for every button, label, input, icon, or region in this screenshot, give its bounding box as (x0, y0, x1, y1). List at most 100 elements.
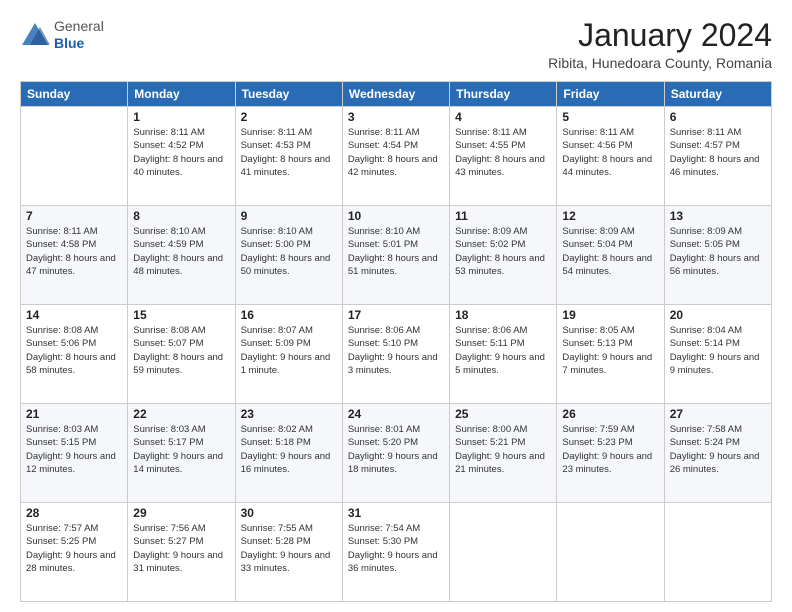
day-number: 21 (26, 407, 122, 421)
calendar-cell: 23Sunrise: 8:02 AM Sunset: 5:18 PM Dayli… (235, 404, 342, 503)
day-info: Sunrise: 8:11 AM Sunset: 4:52 PM Dayligh… (133, 126, 229, 179)
day-info: Sunrise: 8:06 AM Sunset: 5:11 PM Dayligh… (455, 324, 551, 377)
calendar-week-row: 7 Sunrise: 8:11 AM Sunset: 4:58 PM Daylig… (21, 206, 772, 305)
day-info: Sunrise: 7:58 AM Sunset: 5:24 PM Dayligh… (670, 423, 766, 476)
calendar-cell: 5 Sunrise: 8:11 AM Sunset: 4:56 PM Daylig… (557, 107, 664, 206)
calendar-cell: 11Sunrise: 8:09 AM Sunset: 5:02 PM Dayli… (450, 206, 557, 305)
day-info: Sunrise: 8:09 AM Sunset: 5:04 PM Dayligh… (562, 225, 658, 278)
day-info: Sunrise: 8:10 AM Sunset: 4:59 PM Dayligh… (133, 225, 229, 278)
day-info: Sunrise: 8:02 AM Sunset: 5:18 PM Dayligh… (241, 423, 337, 476)
day-info: Sunrise: 8:08 AM Sunset: 5:07 PM Dayligh… (133, 324, 229, 377)
weekday-header: Friday (557, 82, 664, 107)
day-number: 24 (348, 407, 444, 421)
calendar-cell: 21 Sunrise: 8:03 AM Sunset: 5:15 PM Dayli… (21, 404, 128, 503)
calendar-week-row: 14 Sunrise: 8:08 AM Sunset: 5:06 PM Dayli… (21, 305, 772, 404)
calendar-header-row: SundayMondayTuesdayWednesdayThursdayFrid… (21, 82, 772, 107)
calendar-cell: 6 Sunrise: 8:11 AM Sunset: 4:57 PM Daylig… (664, 107, 771, 206)
month-title: January 2024 (548, 18, 772, 53)
day-info: Sunrise: 8:03 AM Sunset: 5:15 PM Dayligh… (26, 423, 122, 476)
calendar-week-row: 21 Sunrise: 8:03 AM Sunset: 5:15 PM Dayli… (21, 404, 772, 503)
weekday-header: Thursday (450, 82, 557, 107)
weekday-header: Sunday (21, 82, 128, 107)
day-number: 18 (455, 308, 551, 322)
day-number: 4 (455, 110, 551, 124)
weekday-header: Wednesday (342, 82, 449, 107)
day-info: Sunrise: 8:03 AM Sunset: 5:17 PM Dayligh… (133, 423, 229, 476)
calendar-cell: 17Sunrise: 8:06 AM Sunset: 5:10 PM Dayli… (342, 305, 449, 404)
day-number: 14 (26, 308, 122, 322)
day-info: Sunrise: 8:10 AM Sunset: 5:01 PM Dayligh… (348, 225, 444, 278)
day-number: 30 (241, 506, 337, 520)
calendar-cell: 8 Sunrise: 8:10 AM Sunset: 4:59 PM Daylig… (128, 206, 235, 305)
header: General Blue January 2024 Ribita, Hunedo… (20, 18, 772, 71)
day-number: 25 (455, 407, 551, 421)
calendar-cell: 24 Sunrise: 8:01 AM Sunset: 5:20 PM Dayli… (342, 404, 449, 503)
calendar-cell: 15 Sunrise: 8:08 AM Sunset: 5:07 PM Dayli… (128, 305, 235, 404)
day-info: Sunrise: 8:00 AM Sunset: 5:21 PM Dayligh… (455, 423, 551, 476)
day-info: Sunrise: 8:11 AM Sunset: 4:53 PM Dayligh… (241, 126, 337, 179)
day-info: Sunrise: 8:09 AM Sunset: 5:02 PM Dayligh… (455, 225, 551, 278)
day-info: Sunrise: 8:09 AM Sunset: 5:05 PM Dayligh… (670, 225, 766, 278)
day-info: Sunrise: 7:54 AM Sunset: 5:30 PM Dayligh… (348, 522, 444, 575)
day-number: 1 (133, 110, 229, 124)
calendar-cell: 27 Sunrise: 7:58 AM Sunset: 5:24 PM Dayli… (664, 404, 771, 503)
day-number: 7 (26, 209, 122, 223)
logo-general: General (54, 18, 104, 35)
page: General Blue January 2024 Ribita, Hunedo… (0, 0, 792, 612)
day-info: Sunrise: 7:57 AM Sunset: 5:25 PM Dayligh… (26, 522, 122, 575)
calendar-cell: 28 Sunrise: 7:57 AM Sunset: 5:25 PM Dayli… (21, 503, 128, 602)
day-info: Sunrise: 8:01 AM Sunset: 5:20 PM Dayligh… (348, 423, 444, 476)
logo: General Blue (20, 18, 104, 52)
day-info: Sunrise: 7:55 AM Sunset: 5:28 PM Dayligh… (241, 522, 337, 575)
calendar-cell: 13 Sunrise: 8:09 AM Sunset: 5:05 PM Dayli… (664, 206, 771, 305)
weekday-header: Tuesday (235, 82, 342, 107)
day-number: 17 (348, 308, 444, 322)
title-block: January 2024 Ribita, Hunedoara County, R… (548, 18, 772, 71)
day-info: Sunrise: 7:56 AM Sunset: 5:27 PM Dayligh… (133, 522, 229, 575)
day-number: 10 (348, 209, 444, 223)
day-number: 13 (670, 209, 766, 223)
day-number: 6 (670, 110, 766, 124)
day-number: 2 (241, 110, 337, 124)
calendar-cell (450, 503, 557, 602)
day-info: Sunrise: 8:11 AM Sunset: 4:57 PM Dayligh… (670, 126, 766, 179)
day-info: Sunrise: 8:11 AM Sunset: 4:58 PM Dayligh… (26, 225, 122, 278)
calendar-cell (664, 503, 771, 602)
calendar-cell: 29 Sunrise: 7:56 AM Sunset: 5:27 PM Dayli… (128, 503, 235, 602)
calendar-cell: 31Sunrise: 7:54 AM Sunset: 5:30 PM Dayli… (342, 503, 449, 602)
day-info: Sunrise: 8:11 AM Sunset: 4:56 PM Dayligh… (562, 126, 658, 179)
day-info: Sunrise: 8:07 AM Sunset: 5:09 PM Dayligh… (241, 324, 337, 377)
calendar-cell: 4 Sunrise: 8:11 AM Sunset: 4:55 PM Daylig… (450, 107, 557, 206)
calendar-cell: 1 Sunrise: 8:11 AM Sunset: 4:52 PM Daylig… (128, 107, 235, 206)
day-number: 28 (26, 506, 122, 520)
day-info: Sunrise: 8:11 AM Sunset: 4:55 PM Dayligh… (455, 126, 551, 179)
calendar-cell: 2 Sunrise: 8:11 AM Sunset: 4:53 PM Daylig… (235, 107, 342, 206)
day-number: 27 (670, 407, 766, 421)
day-number: 20 (670, 308, 766, 322)
day-info: Sunrise: 8:08 AM Sunset: 5:06 PM Dayligh… (26, 324, 122, 377)
logo-text: General Blue (54, 18, 104, 52)
calendar-cell: 25 Sunrise: 8:00 AM Sunset: 5:21 PM Dayli… (450, 404, 557, 503)
day-info: Sunrise: 8:10 AM Sunset: 5:00 PM Dayligh… (241, 225, 337, 278)
day-number: 5 (562, 110, 658, 124)
calendar-table: SundayMondayTuesdayWednesdayThursdayFrid… (20, 81, 772, 602)
calendar-cell: 20Sunrise: 8:04 AM Sunset: 5:14 PM Dayli… (664, 305, 771, 404)
calendar-cell (557, 503, 664, 602)
weekday-header: Saturday (664, 82, 771, 107)
day-number: 16 (241, 308, 337, 322)
weekday-header: Monday (128, 82, 235, 107)
calendar-cell: 26Sunrise: 7:59 AM Sunset: 5:23 PM Dayli… (557, 404, 664, 503)
calendar-week-row: 1 Sunrise: 8:11 AM Sunset: 4:52 PM Daylig… (21, 107, 772, 206)
calendar-cell: 10 Sunrise: 8:10 AM Sunset: 5:01 PM Dayli… (342, 206, 449, 305)
day-number: 15 (133, 308, 229, 322)
logo-blue: Blue (54, 35, 104, 52)
day-number: 29 (133, 506, 229, 520)
calendar-cell: 14 Sunrise: 8:08 AM Sunset: 5:06 PM Dayli… (21, 305, 128, 404)
day-info: Sunrise: 8:11 AM Sunset: 4:54 PM Dayligh… (348, 126, 444, 179)
calendar-cell: 9Sunrise: 8:10 AM Sunset: 5:00 PM Daylig… (235, 206, 342, 305)
calendar-cell (21, 107, 128, 206)
day-number: 22 (133, 407, 229, 421)
day-number: 8 (133, 209, 229, 223)
day-number: 12 (562, 209, 658, 223)
location: Ribita, Hunedoara County, Romania (548, 55, 772, 71)
